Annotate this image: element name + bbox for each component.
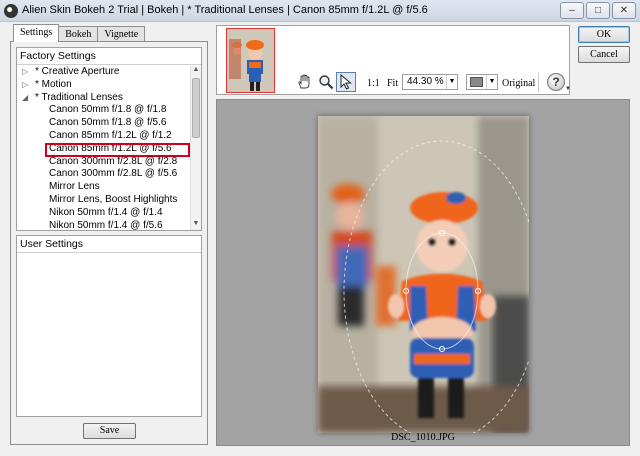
tree-item[interactable]: Nikon 50mm f/1.4 @ f/5.6	[17, 220, 191, 233]
caret-down-icon: ▼	[565, 86, 571, 92]
zoom-tool[interactable]	[316, 72, 336, 92]
tree-item[interactable]: Canon 50mm f/1.8 @ f/1.8	[17, 104, 191, 117]
save-button[interactable]: Save	[83, 423, 136, 439]
preview-filename: DSC_1010.JPG	[391, 432, 455, 443]
zoom-select[interactable]: 44.30 % ▼	[402, 74, 458, 90]
tree-group-motion[interactable]: ▷ * Motion	[17, 79, 191, 92]
chevron-down-icon[interactable]: ▼	[486, 75, 497, 89]
help-icon: ?	[547, 73, 565, 91]
scroll-thumb[interactable]	[192, 78, 200, 138]
collapse-arrow-icon[interactable]: ◢	[22, 92, 28, 105]
maximize-button[interactable]: □	[586, 2, 610, 19]
toolbar-separator	[538, 73, 539, 92]
cancel-button[interactable]: Cancel	[578, 46, 630, 63]
window-title: Alien Skin Bokeh 2 Trial | Bokeh | * Tra…	[22, 4, 428, 16]
image-thumbnail[interactable]	[226, 28, 275, 93]
expand-arrow-icon[interactable]: ▷	[22, 79, 28, 92]
pointer-tool[interactable]	[336, 72, 356, 92]
hand-tool[interactable]	[294, 72, 314, 92]
tab-settings[interactable]: Settings	[13, 24, 60, 42]
close-button[interactable]: ✕	[612, 2, 636, 19]
preview-image[interactable]	[318, 116, 529, 433]
help-button[interactable]: ? ▼	[545, 72, 571, 94]
factory-settings-header: Factory Settings	[17, 48, 201, 65]
zoom-1-1-button[interactable]: 1:1	[367, 78, 380, 89]
magnifier-icon	[319, 75, 334, 90]
tree-item[interactable]: Canon 300mm f/2.8L @ f/5.6	[17, 168, 191, 181]
title-bar: Alien Skin Bokeh 2 Trial | Bokeh | * Tra…	[0, 0, 640, 22]
settings-panel: Factory Settings ▷ * Creative Aperture ▷…	[10, 41, 208, 445]
tree-item-selected[interactable]: Canon 85mm f/1.2L @ f/5.6	[17, 142, 191, 157]
factory-list-scrollbar[interactable]: ▲ ▼	[190, 66, 201, 230]
tree-item[interactable]: Canon 300mm f/2.8L @ f/2.8	[17, 156, 191, 169]
tab-strip: Settings Bokeh Vignette	[13, 24, 146, 42]
scroll-down-icon[interactable]: ▼	[191, 220, 201, 230]
expand-arrow-icon[interactable]: ▷	[22, 66, 28, 79]
user-settings-list[interactable]: User Settings	[16, 235, 202, 417]
hand-icon	[298, 74, 310, 89]
zoom-value: 44.30 %	[407, 76, 444, 87]
tab-vignette[interactable]: Vignette	[97, 26, 146, 42]
minimize-button[interactable]: –	[560, 2, 584, 19]
original-toggle[interactable]: Original	[502, 78, 535, 89]
background-color-select[interactable]: ▼	[466, 74, 498, 90]
tree-item[interactable]: Canon 85mm f/1.2L @ f/1.2	[17, 130, 191, 143]
chevron-down-icon[interactable]: ▼	[446, 75, 457, 89]
color-swatch	[470, 77, 483, 87]
tree-group-creative-aperture[interactable]: ▷ * Creative Aperture	[17, 66, 191, 79]
pointer-icon	[340, 74, 352, 90]
tree-item[interactable]: Nikon 50mm f/1.4 @ f/1.4	[17, 207, 191, 220]
zoom-fit-button[interactable]: Fit	[387, 78, 398, 89]
ok-button[interactable]: OK	[578, 26, 630, 43]
preview-area[interactable]	[216, 99, 630, 446]
preset-tree: ▷ * Creative Aperture ▷ * Motion ◢ * Tra…	[17, 66, 191, 232]
factory-settings-list: Factory Settings ▷ * Creative Aperture ▷…	[16, 47, 202, 231]
tree-group-traditional-lenses[interactable]: ◢ * Traditional Lenses	[17, 92, 191, 105]
tree-item[interactable]: Mirror Lens, Boost Highlights	[17, 194, 191, 207]
scroll-up-icon[interactable]: ▲	[191, 66, 201, 76]
user-settings-header: User Settings	[17, 236, 201, 253]
tab-bokeh[interactable]: Bokeh	[58, 26, 99, 42]
tree-item[interactable]: Mirror Lens	[17, 181, 191, 194]
app-icon	[4, 4, 18, 18]
tree-item[interactable]: Canon 50mm f/1.8 @ f/5.6	[17, 117, 191, 130]
